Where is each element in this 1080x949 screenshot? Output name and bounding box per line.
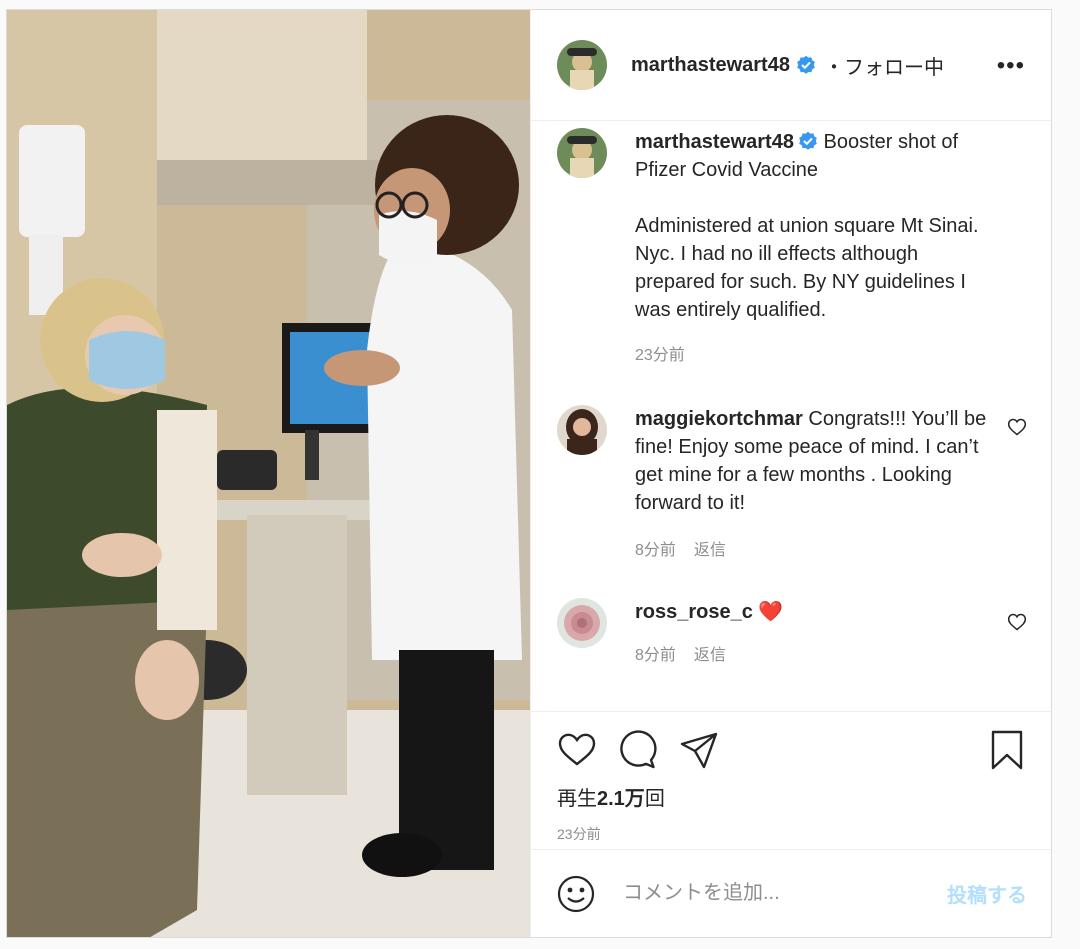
comment-icon[interactable] (617, 730, 657, 770)
comment-time: 8分前 (635, 542, 676, 559)
verified-icon (797, 55, 815, 74)
more-icon[interactable]: ••• (997, 52, 1025, 80)
views-number: 2.1万 (597, 788, 645, 810)
comment-body: ross_rose_c ❤️ 8分前 返信 (635, 598, 987, 670)
commenter-avatar-image (557, 405, 607, 455)
post-comment-button[interactable]: 投稿する (947, 879, 1027, 908)
author-avatar-image (557, 40, 607, 90)
emoji-icon[interactable] (557, 875, 595, 913)
comment-username[interactable]: ross_rose_c (635, 601, 753, 623)
add-comment-bar: 投稿する (531, 849, 1051, 937)
reply-button[interactable]: 返信 (694, 542, 726, 559)
follow-status[interactable]: ・フォロー中 (824, 51, 944, 80)
post-side-panel: marthastewart48 ・フォロー中 ••• marthastewart… (530, 10, 1051, 937)
caption-text-para2: Administered at union square Mt Sinai. N… (635, 215, 979, 321)
action-bar (557, 730, 1027, 770)
heart-icon[interactable] (557, 730, 597, 770)
author-username[interactable]: marthastewart48 (631, 54, 790, 77)
video-frame-illustration (7, 10, 530, 937)
comment-username[interactable]: maggiekortchmar (635, 408, 803, 430)
comment-input[interactable] (621, 881, 947, 906)
comments-list: marthastewart48 Booster shot of Pfizer C… (531, 121, 1051, 711)
caption-body: marthastewart48 Booster shot of Pfizer C… (635, 128, 987, 370)
commenter-avatar-image (557, 598, 607, 648)
views-prefix: 再生 (557, 788, 597, 810)
comment-time: 8分前 (635, 647, 676, 664)
caption-avatar-image (557, 128, 607, 178)
commenter-avatar[interactable] (557, 405, 607, 455)
post-card: marthastewart48 ・フォロー中 ••• marthastewart… (6, 9, 1052, 938)
caption-avatar[interactable] (557, 128, 607, 178)
commenter-avatar[interactable] (557, 598, 607, 648)
post-video[interactable] (7, 10, 530, 937)
author-avatar[interactable] (557, 40, 607, 90)
post-header: marthastewart48 ・フォロー中 ••• (531, 10, 1051, 121)
view-count: 再生2.1万回 (557, 782, 665, 811)
reply-button[interactable]: 返信 (694, 647, 726, 664)
comment-text: ❤️ (752, 601, 784, 623)
comment-body: maggiekortchmar Congrats!!! You’ll be fi… (635, 405, 987, 565)
caption-username[interactable]: marthastewart48 (635, 131, 794, 153)
post-actions: 再生2.1万回 23分前 投稿する (531, 711, 1051, 937)
share-icon[interactable] (679, 730, 719, 770)
bookmark-icon[interactable] (987, 730, 1027, 770)
heart-icon[interactable] (1007, 612, 1027, 632)
heart-icon[interactable] (1007, 417, 1027, 437)
verified-icon (799, 131, 817, 150)
views-suffix: 回 (644, 788, 665, 810)
caption-time: 23分前 (635, 347, 685, 364)
post-timestamp: 23分前 (557, 826, 601, 842)
